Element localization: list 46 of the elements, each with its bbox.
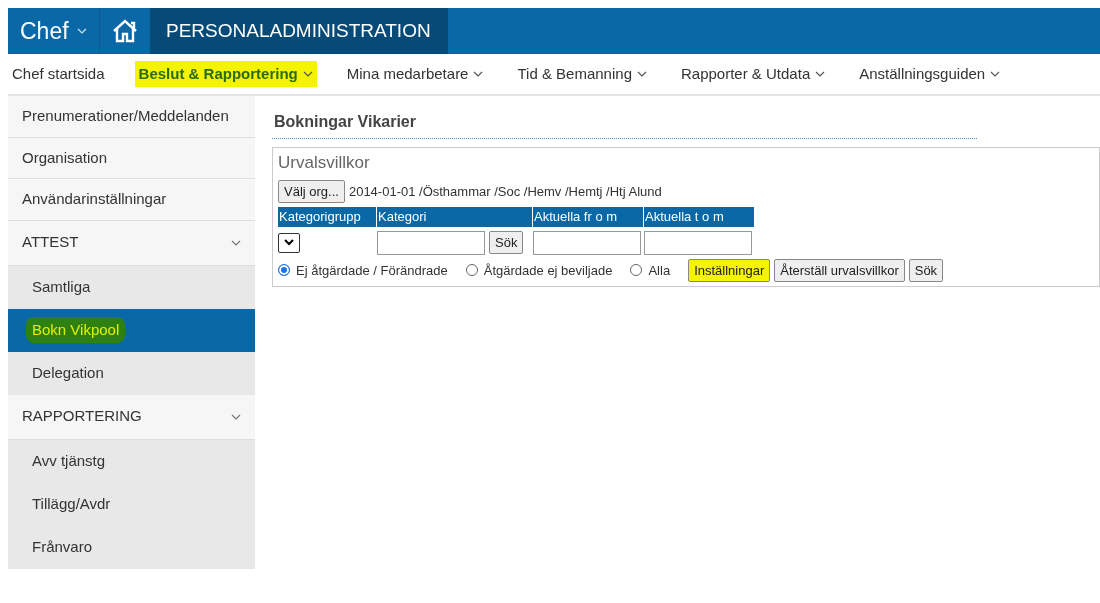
home-icon[interactable] (112, 19, 138, 43)
sidebar-item[interactable]: Organisation (8, 137, 255, 179)
radio-label: Åtgärdade ej beviljade (483, 261, 613, 280)
radio-button[interactable] (278, 264, 290, 277)
column-header: Kategori (377, 207, 533, 227)
chevron-down-icon (76, 28, 87, 34)
section-label: RAPPORTERING (22, 408, 142, 425)
input-field[interactable] (377, 230, 485, 255)
column-header: Kategorigrupp (278, 207, 377, 227)
app-menu[interactable]: Chef (20, 13, 69, 49)
filter-button[interactable]: Sök (908, 258, 944, 282)
app-title: PERSONALADMINISTRATION (166, 18, 431, 43)
menu-item[interactable]: Beslut & Rapportering (134, 60, 317, 88)
dropdown[interactable] (278, 232, 300, 253)
sidebar-item[interactable]: Tillägg/Avdr (8, 482, 255, 526)
chevron-down-icon (231, 413, 241, 420)
page-title: Bokningar Vikarier (272, 110, 977, 139)
sidebar-item[interactable]: Avv tjänstg (8, 439, 255, 483)
filter-button[interactable]: Inställningar (688, 258, 771, 282)
sidebar-item[interactable]: Frånvaro (8, 525, 255, 569)
chevron-down-icon (231, 239, 241, 246)
sidebar-section[interactable]: ATTEST (8, 220, 255, 266)
filter-button[interactable]: Återställ urvalsvillkor (774, 258, 905, 282)
sidebar-item[interactable]: Delegation (8, 351, 255, 395)
column-header: Aktuella t o m (644, 207, 755, 227)
menu-item[interactable]: Tid & Bemanning (513, 60, 651, 88)
panel-legend: Urvalsvillkor (278, 150, 1094, 176)
input-field[interactable] (644, 230, 752, 255)
input-field[interactable] (533, 230, 641, 255)
sidebar-section[interactable]: RAPPORTERING (8, 394, 255, 440)
chevron-down-icon (284, 239, 294, 246)
menu-item[interactable]: Rapporter & Utdata (677, 60, 830, 88)
search-button[interactable]: Sök (489, 230, 524, 255)
menu-item[interactable]: Chef startsida (8, 60, 109, 88)
menu-item[interactable]: Anställningsguiden (855, 60, 1005, 88)
sidebar-item[interactable]: Prenumerationer/Meddelanden (8, 96, 255, 138)
radio-label: Ej åtgärdade / Förändrade (296, 261, 448, 280)
org-path: 2014-01-01 /Östhammar /Soc /Hemv /Hemtj /Htj Alund (348, 182, 662, 201)
sidebar-item[interactable]: Användarinställningar (8, 179, 255, 221)
section-label: ATTEST (22, 234, 79, 251)
sidebar-item[interactable]: Samtliga (8, 265, 255, 309)
column-header: Aktuella fr o m (533, 207, 644, 227)
radio-label: Alla (648, 261, 671, 280)
sidebar-item[interactable]: Bokn Vikpool (8, 308, 255, 352)
choose-org-button[interactable]: Välj org... (278, 179, 345, 203)
menu-item[interactable]: Mina medarbetare (342, 60, 488, 88)
